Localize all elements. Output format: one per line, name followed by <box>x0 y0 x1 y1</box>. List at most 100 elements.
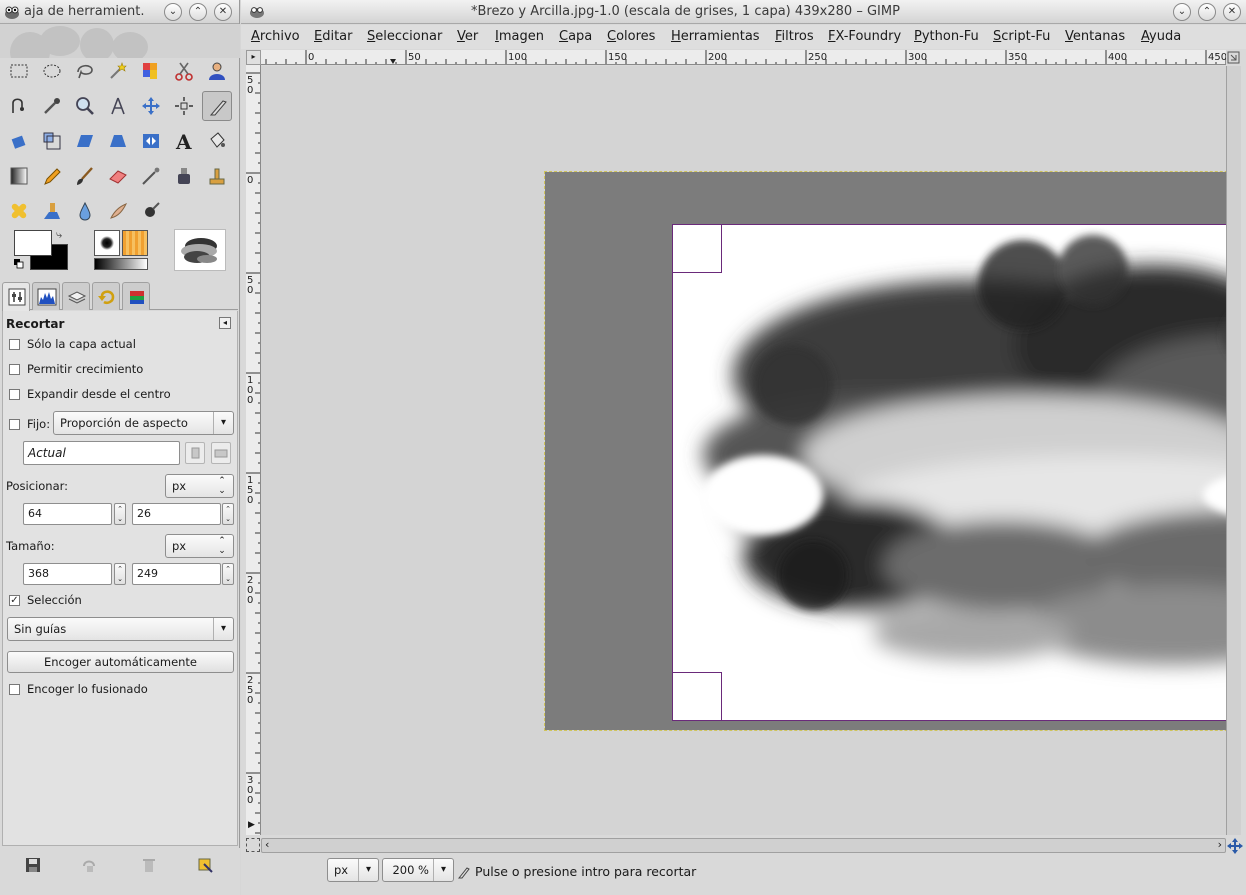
auto-shrink-button[interactable]: Encoger automáticamente <box>7 651 234 673</box>
paths-tool[interactable] <box>4 91 34 121</box>
allow-growing-row[interactable]: Permitir crecimiento <box>9 360 143 378</box>
close-button[interactable]: ✕ <box>214 3 232 21</box>
image-menu-button[interactable]: ▸ <box>246 50 261 65</box>
reset-options-icon[interactable] <box>196 856 214 874</box>
zoom-select[interactable]: 200 % ▾ <box>382 858 454 882</box>
tab-histogram[interactable] <box>32 282 60 310</box>
expand-from-center-row[interactable]: Expandir desde el centro <box>9 385 171 403</box>
free-select-tool[interactable] <box>70 56 100 86</box>
delete-options-icon[interactable] <box>140 856 158 874</box>
scale-tool[interactable] <box>37 126 67 156</box>
perspective-tool[interactable] <box>103 126 133 156</box>
position-x-stepper[interactable]: ⌃ ⌄ <box>114 503 126 525</box>
menu-editar[interactable]: Editar <box>314 29 353 44</box>
horizontal-ruler[interactable]: 0 50 100 150 200 250 300 350 400 450 <box>261 50 1226 65</box>
color-picker-tool[interactable] <box>37 91 67 121</box>
minimize-button[interactable]: ⌄ <box>164 3 182 21</box>
swap-colors-icon[interactable]: ⤷ <box>56 228 62 242</box>
menu-imagen[interactable]: Imagen <box>495 29 544 44</box>
rotate-tool[interactable] <box>4 126 34 156</box>
menu-archivo[interactable]: Archivo <box>251 29 300 44</box>
tab-undo-history[interactable] <box>92 282 120 310</box>
menu-script-fu[interactable]: Script-Fu <box>993 29 1050 44</box>
eraser-tool[interactable] <box>103 161 133 191</box>
perspective-clone-tool[interactable] <box>37 196 67 226</box>
crop-rectangle[interactable] <box>672 224 1226 721</box>
position-y-input[interactable]: 26 <box>132 503 221 525</box>
active-image-thumbnail[interactable] <box>174 229 226 271</box>
text-tool[interactable]: A <box>169 126 199 156</box>
highlight-row[interactable]: ✓ Selección <box>9 591 82 609</box>
blur-tool[interactable] <box>70 196 100 226</box>
rect-select-tool[interactable] <box>4 56 34 86</box>
menu-ventanas[interactable]: Ventanas <box>1065 29 1125 44</box>
allow-growing-checkbox[interactable] <box>9 363 20 375</box>
navigate-icon[interactable] <box>1227 838 1243 854</box>
vertical-ruler[interactable]: 50 0 50 100 150 200 250 300 <box>246 65 261 835</box>
default-colors-icon[interactable] <box>14 259 24 269</box>
shear-tool[interactable] <box>70 126 100 156</box>
size-unit-select[interactable]: px ⌃ ⌄ <box>165 534 234 558</box>
tab-tool-options[interactable] <box>2 282 30 311</box>
fixed-value-input[interactable]: Actual <box>23 441 180 465</box>
position-y-stepper[interactable]: ⌃ ⌄ <box>222 503 234 525</box>
clone-tool[interactable] <box>202 161 232 191</box>
guides-select[interactable]: Sin guías ▾ <box>7 617 234 641</box>
tab-palettes[interactable] <box>122 282 150 310</box>
heal-tool[interactable] <box>4 196 34 226</box>
size-width-stepper[interactable]: ⌃ ⌄ <box>114 563 126 585</box>
size-height-input[interactable]: 249 <box>132 563 221 585</box>
highlight-checkbox[interactable]: ✓ <box>9 594 20 606</box>
blend-tool[interactable] <box>4 161 34 191</box>
window-menu-icon[interactable] <box>249 5 265 19</box>
menu-ver[interactable]: Ver <box>457 29 478 44</box>
ellipse-select-tool[interactable] <box>37 56 67 86</box>
crop-handle-bottom-left[interactable] <box>673 672 722 720</box>
zoom-tool[interactable] <box>70 91 100 121</box>
menu-capa[interactable]: Capa <box>559 29 592 44</box>
only-current-layer-row[interactable]: Sólo la capa actual <box>9 335 136 353</box>
pattern-preview[interactable] <box>122 230 148 256</box>
airbrush-tool[interactable] <box>136 161 166 191</box>
brush-preview[interactable] <box>94 230 120 256</box>
tab-layers[interactable] <box>62 282 90 310</box>
foreground-select-tool[interactable] <box>202 56 232 86</box>
toolbox-titlebar[interactable]: aja de herramient. ⌄ ⌃ ✕ <box>0 0 239 24</box>
menu-seleccionar[interactable]: Seleccionar <box>367 29 442 44</box>
pencil-tool[interactable] <box>37 161 67 191</box>
fixed-row[interactable]: Fijo: <box>9 415 50 433</box>
close-button[interactable]: ✕ <box>1223 3 1241 21</box>
shrink-merged-row[interactable]: Encoger lo fusionado <box>9 680 148 698</box>
paintbrush-tool[interactable] <box>70 161 100 191</box>
fixed-mode-select[interactable]: Proporción de aspecto ▾ <box>53 411 234 435</box>
crop-tool[interactable] <box>202 91 232 121</box>
maximize-button[interactable]: ⌃ <box>1198 3 1216 21</box>
menu-python-fu[interactable]: Python-Fu <box>914 29 979 44</box>
quick-mask-toggle[interactable] <box>246 838 260 852</box>
maximize-button[interactable]: ⌃ <box>189 3 207 21</box>
panel-menu-button[interactable]: ◂ <box>219 317 231 329</box>
select-by-color-tool[interactable] <box>136 56 166 86</box>
gradient-preview[interactable] <box>94 258 148 270</box>
menu-colores[interactable]: Colores <box>607 29 655 44</box>
bucket-fill-tool[interactable] <box>202 126 232 156</box>
menu-fx-foundry[interactable]: FX-Foundry <box>828 29 901 44</box>
dodge-burn-tool[interactable] <box>136 196 166 226</box>
shrink-merged-checkbox[interactable] <box>9 683 20 695</box>
image-canvas[interactable] <box>261 66 1226 835</box>
portrait-button[interactable] <box>185 442 205 464</box>
unit-select[interactable]: px ▾ <box>327 858 379 882</box>
smudge-tool[interactable] <box>103 196 133 226</box>
ink-tool[interactable] <box>169 161 199 191</box>
only-current-layer-checkbox[interactable] <box>9 338 20 350</box>
scroll-left-icon[interactable]: ‹ <box>265 838 269 851</box>
size-width-input[interactable]: 368 <box>23 563 112 585</box>
minimize-button[interactable]: ⌄ <box>1173 3 1191 21</box>
move-tool[interactable] <box>136 91 166 121</box>
horizontal-scrollbar[interactable]: ‹ › <box>261 838 1226 853</box>
fixed-checkbox[interactable] <box>9 418 20 430</box>
expand-from-center-checkbox[interactable] <box>9 388 20 400</box>
zoom-to-window-icon[interactable] <box>1226 50 1241 65</box>
position-x-input[interactable]: 64 <box>23 503 112 525</box>
restore-options-icon[interactable] <box>80 856 98 874</box>
